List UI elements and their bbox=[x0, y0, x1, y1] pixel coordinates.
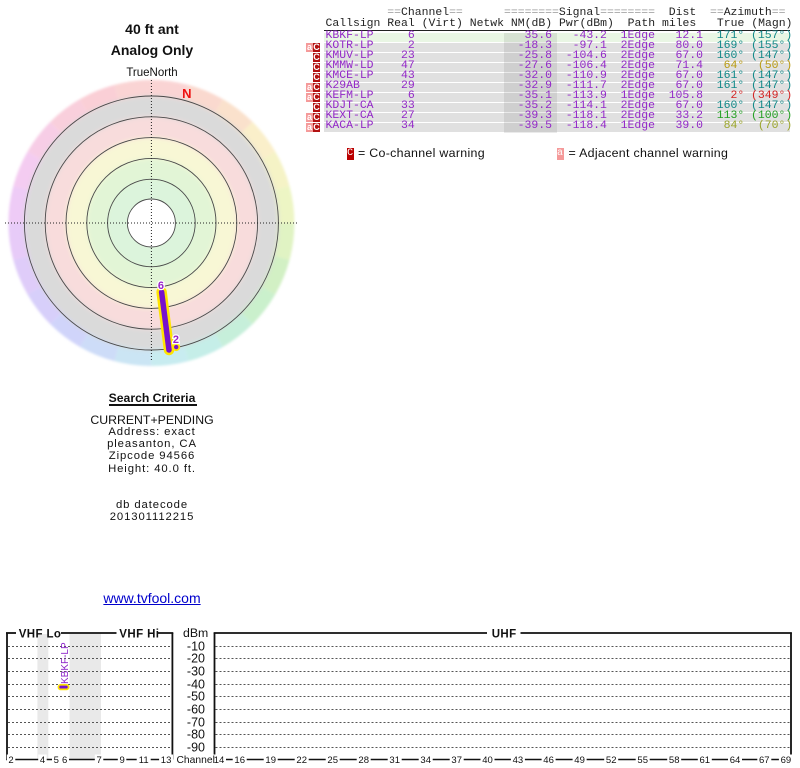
svg-text:43: 43 bbox=[513, 755, 524, 766]
svg-text:UHF: UHF bbox=[492, 629, 517, 641]
svg-text:VHF Hi: VHF Hi bbox=[119, 629, 159, 641]
svg-text:13: 13 bbox=[161, 755, 172, 766]
svg-text:19: 19 bbox=[265, 755, 276, 766]
svg-text:34: 34 bbox=[420, 755, 431, 766]
svg-text:37: 37 bbox=[451, 755, 462, 766]
svg-text:5: 5 bbox=[54, 755, 59, 766]
svg-text:49: 49 bbox=[574, 755, 585, 766]
svg-text:2: 2 bbox=[8, 755, 13, 766]
svg-text:40: 40 bbox=[482, 755, 493, 766]
svg-text:-80: -80 bbox=[187, 728, 205, 742]
svg-text:Channel: Channel bbox=[177, 755, 215, 766]
svg-text:14: 14 bbox=[214, 755, 225, 766]
svg-text:58: 58 bbox=[669, 755, 680, 766]
svg-text:VHF Lo: VHF Lo bbox=[19, 629, 62, 641]
svg-text:52: 52 bbox=[606, 755, 617, 766]
svg-text:9: 9 bbox=[119, 755, 124, 766]
svg-text:-20: -20 bbox=[187, 652, 205, 666]
svg-text:61: 61 bbox=[700, 755, 711, 766]
svg-text:-90: -90 bbox=[187, 741, 205, 755]
svg-text:28: 28 bbox=[358, 755, 369, 766]
svg-text:dBm: dBm bbox=[183, 626, 208, 640]
svg-text:-50: -50 bbox=[187, 690, 205, 704]
svg-text:-30: -30 bbox=[187, 665, 205, 679]
svg-text:KBKF-LP: KBKF-LP bbox=[60, 642, 71, 684]
svg-text:46: 46 bbox=[543, 755, 554, 766]
svg-text:31: 31 bbox=[389, 755, 400, 766]
svg-text:22: 22 bbox=[296, 755, 307, 766]
svg-text:55: 55 bbox=[637, 755, 648, 766]
svg-text:16: 16 bbox=[234, 755, 245, 766]
svg-text:6: 6 bbox=[62, 755, 67, 766]
svg-text:4: 4 bbox=[40, 755, 45, 766]
svg-text:-60: -60 bbox=[187, 703, 205, 717]
svg-text:25: 25 bbox=[327, 755, 338, 766]
svg-text:67: 67 bbox=[759, 755, 770, 766]
svg-text:11: 11 bbox=[139, 755, 149, 766]
svg-text:64: 64 bbox=[730, 755, 741, 766]
svg-text:7: 7 bbox=[96, 755, 101, 766]
svg-text:69: 69 bbox=[781, 755, 792, 766]
